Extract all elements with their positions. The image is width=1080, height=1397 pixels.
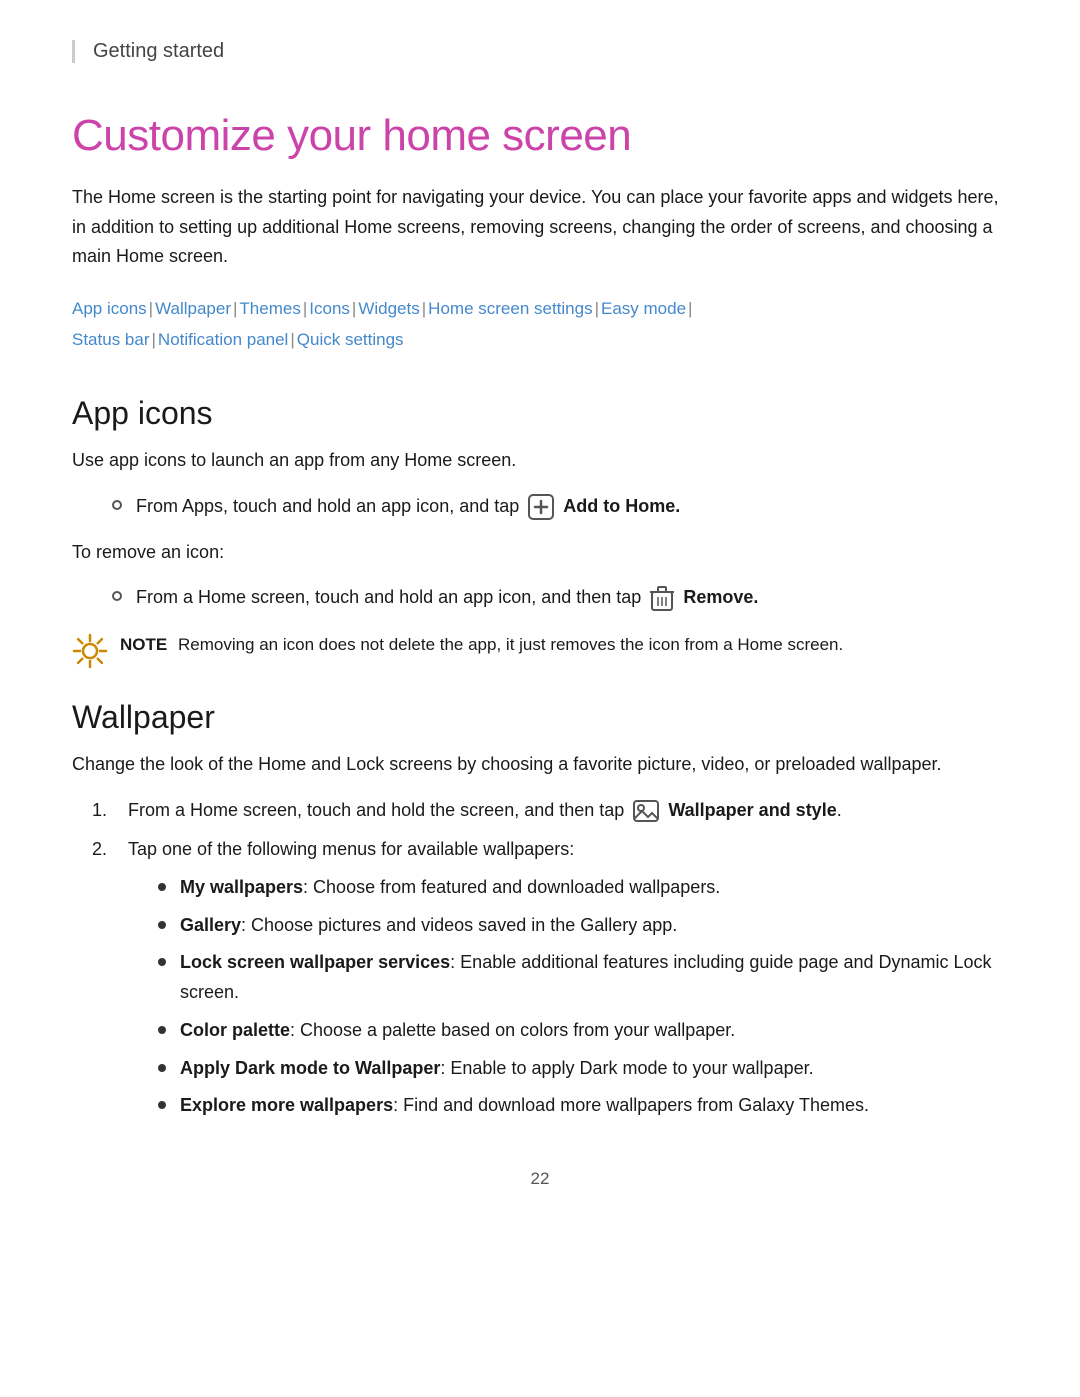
- nav-link-status-bar[interactable]: Status bar: [72, 330, 150, 349]
- breadcrumb: Getting started: [72, 40, 1008, 63]
- wallpaper-style-icon: [632, 797, 660, 825]
- sub-bullet-dark-mode: Apply Dark mode to Wallpaper: Enable to …: [158, 1054, 1008, 1084]
- wallpaper-steps: 1. From a Home screen, touch and hold th…: [72, 796, 1008, 1129]
- app-icons-title: App icons: [72, 395, 1008, 432]
- sub-bullet-explore: Explore more wallpapers: Find and downlo…: [158, 1091, 1008, 1121]
- dot-bullet-icon: [158, 883, 166, 891]
- nav-link-app-icons[interactable]: App icons: [72, 299, 147, 318]
- nav-link-themes[interactable]: Themes: [239, 299, 300, 318]
- step-1-number: 1.: [92, 796, 114, 826]
- step-2-number: 2.: [92, 835, 114, 865]
- breadcrumb-text: Getting started: [93, 40, 224, 62]
- add-to-home-icon: [527, 493, 555, 521]
- my-wallpapers-label: My wallpapers: [180, 877, 303, 897]
- circle-bullet-remove-icon: [112, 591, 122, 601]
- page-title: Customize your home screen: [72, 111, 1008, 161]
- circle-bullet-icon: [112, 500, 122, 510]
- note-icon: [72, 633, 108, 669]
- wallpaper-sub-bullets: My wallpapers: Choose from featured and …: [128, 873, 1008, 1121]
- remove-icon-intro: To remove an icon:: [72, 538, 1008, 568]
- explore-label: Explore more wallpapers: [180, 1095, 393, 1115]
- my-wallpapers-text: : Choose from featured and downloaded wa…: [303, 877, 720, 897]
- color-palette-text: : Choose a palette based on colors from …: [290, 1020, 735, 1040]
- dot-bullet-icon: [158, 1101, 166, 1109]
- add-to-home-text: From Apps, touch and hold an app icon, a…: [136, 492, 680, 522]
- sub-bullet-gallery: Gallery: Choose pictures and videos save…: [158, 911, 1008, 941]
- sub-bullet-my-wallpapers: My wallpapers: Choose from featured and …: [158, 873, 1008, 903]
- dark-mode-label: Apply Dark mode to Wallpaper: [180, 1058, 440, 1078]
- wallpaper-step-2: 2. Tap one of the following menus for av…: [72, 835, 1008, 1129]
- add-to-home-bullet: From Apps, touch and hold an app icon, a…: [72, 492, 1008, 522]
- nav-link-home-screen-settings[interactable]: Home screen settings: [428, 299, 592, 318]
- nav-link-widgets[interactable]: Widgets: [358, 299, 419, 318]
- dark-mode-text: : Enable to apply Dark mode to your wall…: [440, 1058, 813, 1078]
- wallpaper-title: Wallpaper: [72, 699, 1008, 736]
- explore-text: : Find and download more wallpapers from…: [393, 1095, 869, 1115]
- note-text: NOTE Removing an icon does not delete th…: [120, 631, 843, 659]
- step-2-text: Tap one of the following menus for avail…: [128, 835, 1008, 1129]
- lock-screen-label: Lock screen wallpaper services: [180, 952, 450, 972]
- nav-link-easy-mode[interactable]: Easy mode: [601, 299, 686, 318]
- wallpaper-section: Wallpaper Change the look of the Home an…: [72, 699, 1008, 1129]
- sub-bullet-lock-screen: Lock screen wallpaper services: Enable a…: [158, 948, 1008, 1007]
- remove-text: From a Home screen, touch and hold an ap…: [136, 583, 758, 613]
- gallery-text: : Choose pictures and videos saved in th…: [241, 915, 677, 935]
- remove-trash-icon: [649, 585, 675, 613]
- gallery-label: Gallery: [180, 915, 241, 935]
- page-number: 22: [72, 1169, 1008, 1189]
- remove-bullet: From a Home screen, touch and hold an ap…: [72, 583, 1008, 613]
- nav-link-wallpaper[interactable]: Wallpaper: [155, 299, 231, 318]
- note-body: Removing an icon does not delete the app…: [178, 635, 843, 654]
- app-icons-section: App icons Use app icons to launch an app…: [72, 395, 1008, 669]
- app-icons-bullets: From Apps, touch and hold an app icon, a…: [72, 492, 1008, 522]
- nav-link-quick-settings[interactable]: Quick settings: [297, 330, 404, 349]
- dot-bullet-icon: [158, 1026, 166, 1034]
- dot-bullet-icon: [158, 921, 166, 929]
- wallpaper-step-1: 1. From a Home screen, touch and hold th…: [72, 796, 1008, 826]
- dot-bullet-icon: [158, 958, 166, 966]
- note-box: NOTE Removing an icon does not delete th…: [72, 631, 1008, 669]
- dot-bullet-icon: [158, 1064, 166, 1072]
- app-icons-intro: Use app icons to launch an app from any …: [72, 446, 1008, 476]
- nav-link-icons[interactable]: Icons: [309, 299, 350, 318]
- wallpaper-intro: Change the look of the Home and Lock scr…: [72, 750, 1008, 780]
- step-1-text: From a Home screen, touch and hold the s…: [128, 796, 842, 826]
- nav-links: App icons|Wallpaper|Themes|Icons|Widgets…: [72, 294, 1008, 355]
- nav-link-notification-panel[interactable]: Notification panel: [158, 330, 288, 349]
- page-container: Getting started Customize your home scre…: [0, 0, 1080, 1397]
- color-palette-label: Color palette: [180, 1020, 290, 1040]
- intro-paragraph: The Home screen is the starting point fo…: [72, 183, 1008, 272]
- remove-icon-bullets: From a Home screen, touch and hold an ap…: [72, 583, 1008, 613]
- sub-bullet-color-palette: Color palette: Choose a palette based on…: [158, 1016, 1008, 1046]
- note-label: NOTE: [120, 635, 167, 654]
